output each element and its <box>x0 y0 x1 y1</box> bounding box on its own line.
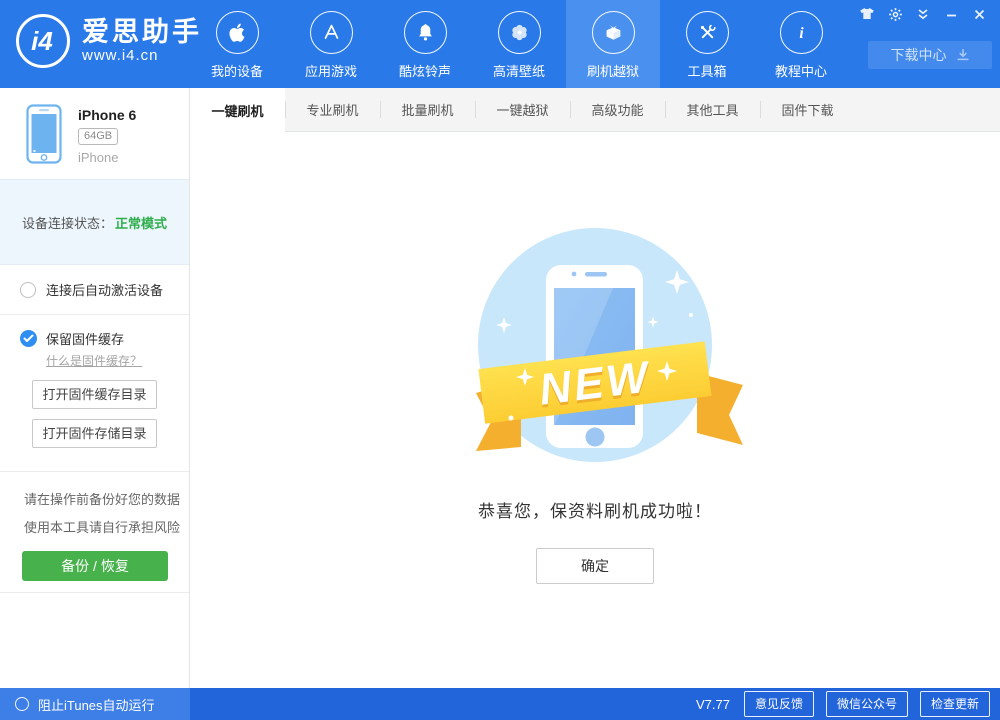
bell-icon <box>404 11 447 54</box>
nav-wallpapers[interactable]: 高清壁纸 <box>472 0 566 88</box>
iphone-icon <box>26 104 62 164</box>
main-content: NEW NEW 恭喜您，保资料刷机成功啦！ 确定 <box>190 132 1000 688</box>
appstore-icon <box>310 11 353 54</box>
svg-text:i: i <box>799 25 804 42</box>
nav-label: 高清壁纸 <box>493 61 545 80</box>
nav-flash-jailbreak[interactable]: 刷机越狱 <box>566 0 660 88</box>
nav-label: 刷机越狱 <box>587 61 639 80</box>
nav-label: 应用游戏 <box>305 61 357 80</box>
block-itunes-label: 阻止iTunes自动运行 <box>38 695 155 714</box>
version-label: V7.77 <box>696 697 730 712</box>
auto-activate-row: 连接后自动激活设备 <box>0 265 189 315</box>
nav-my-devices[interactable]: 我的设备 <box>190 0 284 88</box>
firmware-cache-section: 保留固件缓存 什么是固件缓存？ 打开固件缓存目录 打开固件存储目录 <box>0 315 189 472</box>
download-icon <box>956 48 970 62</box>
connection-status-label: 设备连接状态： <box>22 213 113 232</box>
keep-cache-checkbox[interactable] <box>20 330 37 347</box>
app-logo: i4 爱思助手 www.i4.cn <box>16 14 202 68</box>
confirm-button[interactable]: 确定 <box>536 548 654 584</box>
tab-one-key-flash[interactable]: 一键刷机 <box>190 88 285 132</box>
warning-line-2: 使用本工具请自行承担风险 <box>24 514 189 542</box>
status-bar-actions: V7.77 意见反馈 微信公众号 检查更新 <box>696 688 990 720</box>
status-bar: 阻止iTunes自动运行 V7.77 意见反馈 微信公众号 检查更新 <box>0 688 1000 720</box>
app-title: 爱思助手 <box>82 18 202 48</box>
device-capacity-badge: 64GB <box>78 128 118 145</box>
tab-firmware-download[interactable]: 固件下载 <box>760 88 855 131</box>
skin-icon[interactable] <box>856 5 878 23</box>
what-is-cache-link[interactable]: 什么是固件缓存？ <box>46 352 142 369</box>
tab-advanced[interactable]: 高级功能 <box>570 88 665 131</box>
i4-logo-icon: i4 <box>16 14 70 68</box>
wechat-account-button[interactable]: 微信公众号 <box>826 691 908 717</box>
auto-activate-radio[interactable] <box>20 282 36 298</box>
keep-cache-label: 保留固件缓存 <box>46 329 124 348</box>
block-itunes-row: 阻止iTunes自动运行 <box>0 688 190 720</box>
app-header: i4 爱思助手 www.i4.cn 我的设备 应用游戏 酷炫铃声 <box>0 0 1000 88</box>
feedback-button[interactable]: 意见反馈 <box>744 691 814 717</box>
wallpaper-icon <box>498 11 541 54</box>
nav-label: 工具箱 <box>687 61 726 80</box>
nav-tutorials[interactable]: i 教程中心 <box>754 0 848 88</box>
success-message: 恭喜您，保资料刷机成功啦！ <box>478 497 712 522</box>
app-url: www.i4.cn <box>82 47 202 64</box>
minimize-icon[interactable] <box>940 5 962 23</box>
connection-status: 设备连接状态： 正常模式 <box>0 179 189 265</box>
download-center-label: 下载中心 <box>891 45 947 65</box>
toolbox-icon <box>686 11 729 54</box>
tab-pro-flash[interactable]: 专业刷机 <box>285 88 380 131</box>
device-model: iPhone <box>78 150 136 165</box>
open-cache-dir-button[interactable]: 打开固件缓存目录 <box>32 380 157 409</box>
window-controls <box>856 5 990 23</box>
backup-restore-button[interactable]: 备份 / 恢复 <box>22 551 168 581</box>
flash-box-icon <box>592 11 635 54</box>
nav-toolbox[interactable]: 工具箱 <box>660 0 754 88</box>
nav-apps-games[interactable]: 应用游戏 <box>284 0 378 88</box>
block-itunes-radio[interactable] <box>15 697 29 711</box>
open-storage-dir-button[interactable]: 打开固件存储目录 <box>32 419 157 448</box>
connection-status-value: 正常模式 <box>115 213 167 232</box>
tab-one-key-jailbreak[interactable]: 一键越狱 <box>475 88 570 131</box>
nav-label: 酷炫铃声 <box>399 61 451 80</box>
device-sidebar: iPhone 6 64GB iPhone 设备连接状态： 正常模式 连接后自动激… <box>0 88 190 688</box>
nav-label: 我的设备 <box>211 61 263 80</box>
backup-warning-section: 请在操作前备份好您的数据 使用本工具请自行承担风险 备份 / 恢复 <box>0 472 189 593</box>
tab-other-tools[interactable]: 其他工具 <box>665 88 760 131</box>
device-name: iPhone 6 <box>78 107 136 123</box>
tab-batch-flash[interactable]: 批量刷机 <box>380 88 475 131</box>
warning-line-1: 请在操作前备份好您的数据 <box>24 486 189 514</box>
settings-gear-icon[interactable] <box>884 5 906 23</box>
backup-warning-text: 请在操作前备份好您的数据 使用本工具请自行承担风险 <box>0 472 189 542</box>
device-info: iPhone 6 64GB iPhone <box>0 88 189 179</box>
apple-icon <box>216 11 259 54</box>
nav-ringtones[interactable]: 酷炫铃声 <box>378 0 472 88</box>
flash-success-illustration: NEW NEW <box>445 225 745 470</box>
info-icon: i <box>780 11 823 54</box>
flash-tabbar: 一键刷机 专业刷机 批量刷机 一键越狱 高级功能 其他工具 固件下载 <box>190 88 1000 132</box>
download-center-button[interactable]: 下载中心 <box>868 41 992 69</box>
close-icon[interactable] <box>968 5 990 23</box>
check-update-button[interactable]: 检查更新 <box>920 691 990 717</box>
nav-label: 教程中心 <box>775 61 827 80</box>
menu-chevrons-icon[interactable] <box>912 5 934 23</box>
keep-cache-row: 保留固件缓存 <box>0 315 189 348</box>
main-nav: 我的设备 应用游戏 酷炫铃声 高清壁纸 刷机越狱 <box>190 0 848 88</box>
auto-activate-label: 连接后自动激活设备 <box>46 280 163 299</box>
